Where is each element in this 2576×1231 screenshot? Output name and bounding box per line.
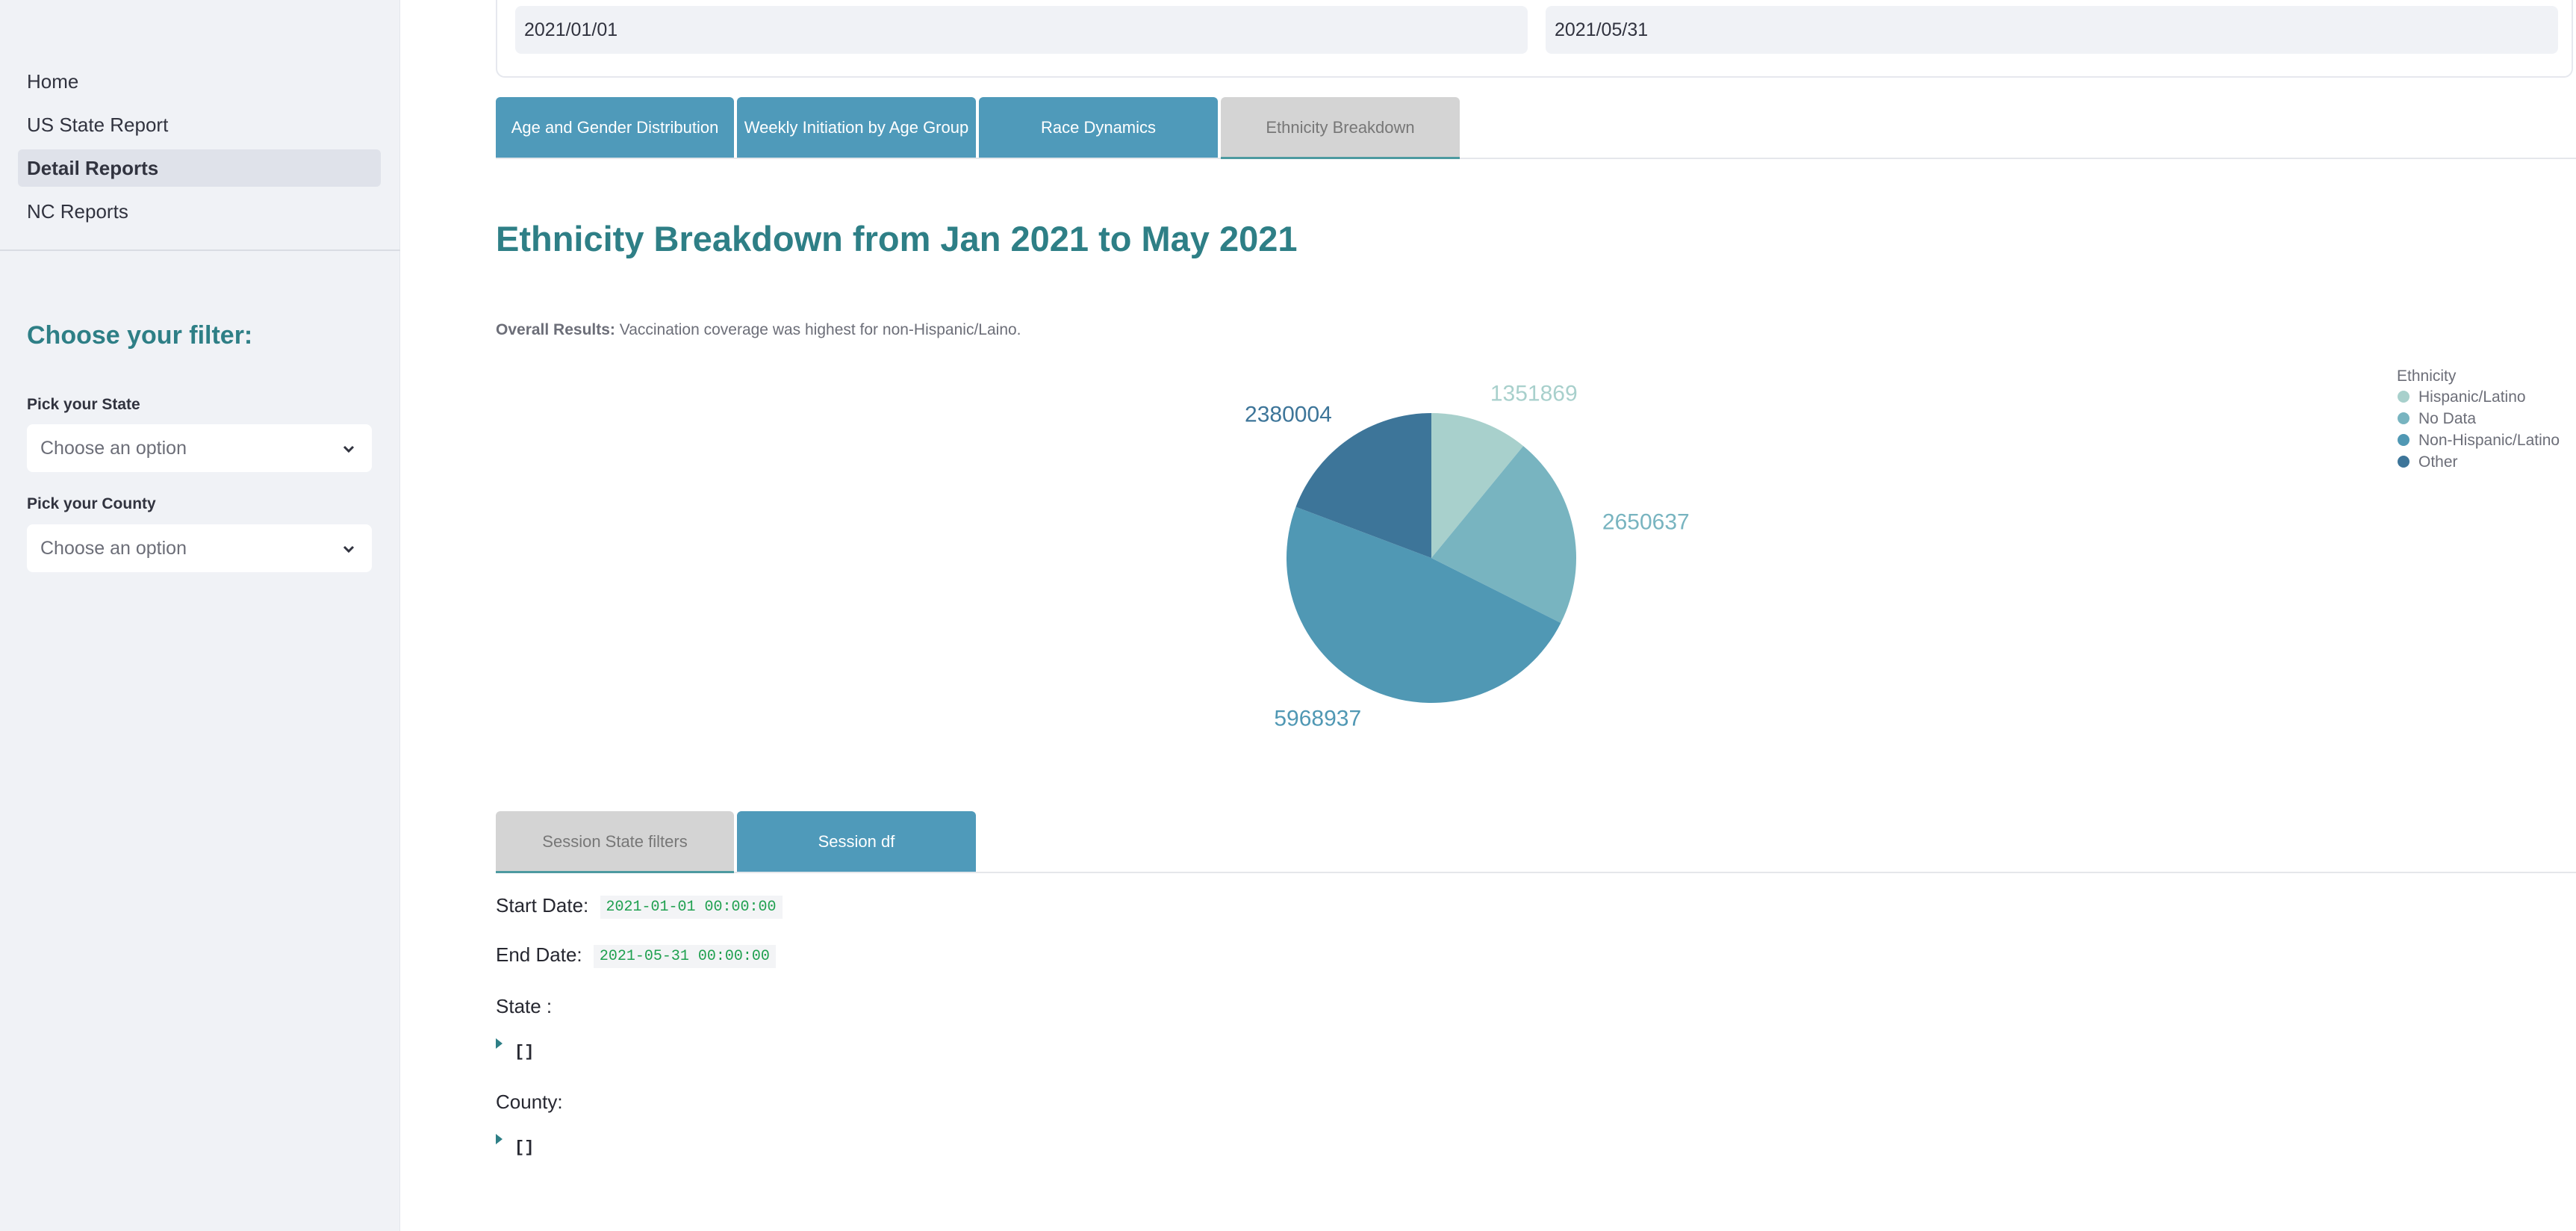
pie-data-label: 5968937 xyxy=(1274,706,1361,731)
county-select-label: Pick your County xyxy=(27,495,156,512)
sidebar: Home US State Report Detail Reports NC R… xyxy=(0,0,400,1231)
chart-legend[interactable]: Ethnicity Hispanic/Latino No Data Non-Hisp… xyxy=(2397,368,2560,471)
county-expander[interactable]: [] xyxy=(496,1134,535,1157)
legend-swatch xyxy=(2398,434,2409,446)
state-label: State : xyxy=(496,995,553,1017)
tab-age-gender[interactable]: Age and Gender Distribution xyxy=(496,97,734,158)
legend-item[interactable]: Non-Hispanic/Latino xyxy=(2418,432,2560,449)
end-date-input[interactable]: 2021/05/31 xyxy=(1546,6,2558,54)
end-date-value: 2021-05-31 00:00:00 xyxy=(593,944,776,968)
legend-swatch xyxy=(2398,412,2409,424)
start-date-label: Start Date: xyxy=(496,894,589,917)
main-content: 2021/01/01 2021/05/31 Age and Gender Dis… xyxy=(400,0,2576,1231)
tab-session-df[interactable]: Session df xyxy=(737,811,976,872)
nav-item-home[interactable]: Home xyxy=(18,63,381,100)
end-date-label: End Date: xyxy=(496,943,582,966)
sidebar-nav: Home US State Report Detail Reports NC R… xyxy=(18,63,381,236)
county-select[interactable]: Choose an option xyxy=(27,524,372,572)
pie-data-label: 1351869 xyxy=(1490,382,1578,406)
state-value: [] xyxy=(514,1043,535,1061)
nav-item-us-state-report[interactable]: US State Report xyxy=(18,106,381,143)
nav-item-nc-reports[interactable]: NC Reports xyxy=(18,193,381,230)
start-date-input[interactable]: 2021/01/01 xyxy=(515,6,1528,54)
sidebar-divider xyxy=(0,249,400,251)
pie-slices xyxy=(1287,413,1576,704)
state-select-value: Choose an option xyxy=(40,438,187,459)
state-select[interactable]: Choose an option xyxy=(27,424,372,472)
date-range-container: 2021/01/01 2021/05/31 xyxy=(496,0,2573,78)
tab-ethnicity-breakdown[interactable]: Ethnicity Breakdown xyxy=(1221,97,1460,158)
filter-title: Choose your filter: xyxy=(27,321,253,350)
ethnicity-pie-chart: 1351869 2650637 5968937 2380004 Ethnicity H… xyxy=(1245,368,2560,731)
session-tab-highlight xyxy=(496,871,734,873)
legend-swatch xyxy=(2398,456,2409,468)
legend-item[interactable]: Other xyxy=(2418,453,2458,471)
end-date-row: End Date: 2021-05-31 00:00:00 xyxy=(496,943,776,968)
pie-data-label: 2380004 xyxy=(1245,403,1332,427)
legend-swatch xyxy=(2398,391,2409,403)
overall-results: Overall Results: Vaccination coverage wa… xyxy=(496,321,1021,339)
county-select-value: Choose an option xyxy=(40,538,187,559)
tab-race-dynamics[interactable]: Race Dynamics xyxy=(979,97,1218,158)
state-expander[interactable]: [] xyxy=(496,1038,535,1061)
results-text: Vaccination coverage was highest for non… xyxy=(619,321,1021,338)
results-label: Overall Results: xyxy=(496,321,615,338)
chevron-down-icon xyxy=(343,445,355,453)
report-tab-highlight xyxy=(1221,157,1460,159)
pie-data-label: 2650637 xyxy=(1602,509,1690,534)
report-tabs-rule xyxy=(496,158,2576,159)
start-date-value: 2021-01-01 00:00:00 xyxy=(600,895,783,919)
page-title: Ethnicity Breakdown from Jan 2021 to May… xyxy=(496,219,1298,258)
expand-caret-icon xyxy=(496,1038,503,1049)
chevron-down-icon xyxy=(343,545,355,554)
legend-item[interactable]: Hispanic/Latino xyxy=(2418,388,2526,406)
county-value: [] xyxy=(514,1138,535,1157)
tab-session-state-filters[interactable]: Session State filters xyxy=(496,811,734,872)
county-label: County: xyxy=(496,1091,563,1113)
start-date-row: Start Date: 2021-01-01 00:00:00 xyxy=(496,894,783,919)
legend-title: Ethnicity xyxy=(2397,368,2457,385)
legend-item[interactable]: No Data xyxy=(2418,410,2476,427)
nav-item-detail-reports[interactable]: Detail Reports xyxy=(18,149,381,187)
tab-weekly-initiation[interactable]: Weekly Initiation by Age Group xyxy=(737,97,976,158)
state-select-label: Pick your State xyxy=(27,396,140,413)
session-tabs-rule xyxy=(496,872,2576,873)
expand-caret-icon xyxy=(496,1134,503,1144)
